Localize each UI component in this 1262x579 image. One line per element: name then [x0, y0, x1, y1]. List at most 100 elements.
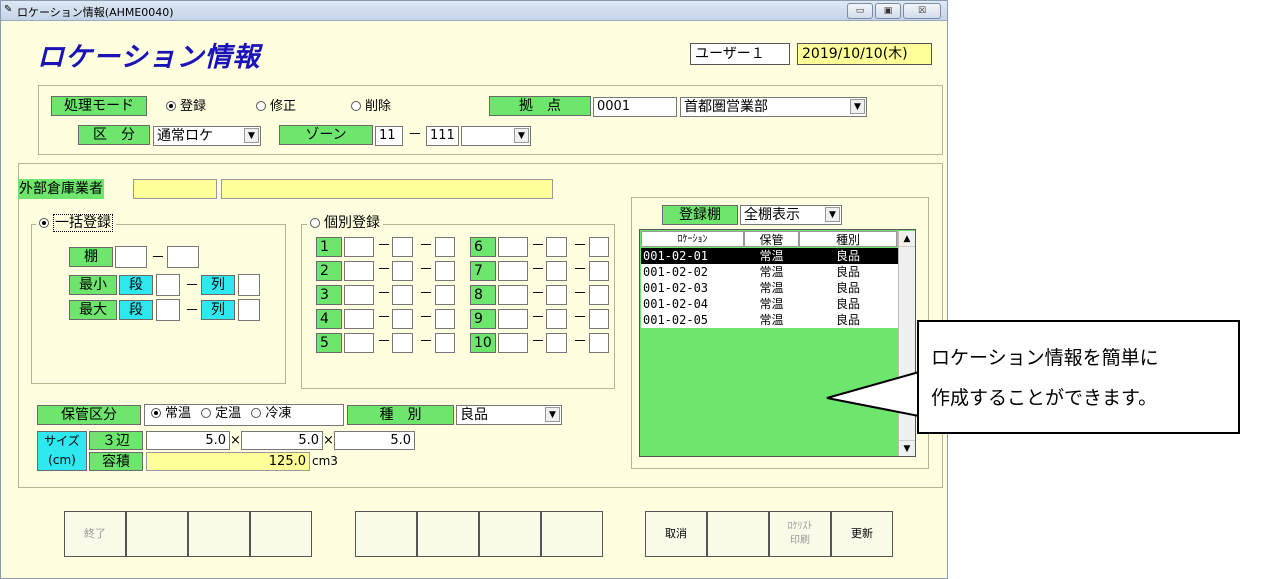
individual-radio[interactable]: 個別登録 — [307, 215, 383, 231]
individual-retsu-input[interactable] — [435, 261, 455, 281]
individual-shelf-input[interactable] — [498, 285, 528, 305]
table-row[interactable]: 001-02-05 常温 良品 — [641, 312, 898, 328]
storage-radio-frozen[interactable]: 冷凍 — [251, 405, 291, 423]
min-dan-input[interactable] — [156, 274, 180, 296]
individual-dan-input[interactable] — [546, 285, 567, 305]
individual-shelf-input[interactable] — [344, 285, 374, 305]
kubun-label: 区 分 — [78, 125, 150, 145]
col-storage[interactable]: 保管 — [744, 231, 799, 247]
shelf-to-input[interactable] — [167, 246, 199, 268]
row-number: 5 — [316, 333, 342, 353]
storage-radio-constant[interactable]: 定温 — [201, 405, 241, 423]
radio-selected-icon — [166, 101, 176, 111]
close-button[interactable]: ☒ — [903, 3, 941, 19]
table-cell: 001-02-04 — [643, 297, 709, 311]
ext-warehouse-name[interactable] — [221, 179, 553, 199]
fkey-button-2[interactable] — [126, 511, 188, 557]
min-label: 最小 — [69, 275, 117, 295]
fkey-button-5[interactable] — [355, 511, 417, 557]
mode-radio-delete[interactable]: 削除 — [351, 98, 391, 116]
individual-shelf-input[interactable] — [344, 333, 374, 353]
individual-retsu-input[interactable] — [435, 309, 455, 329]
individual-retsu-input[interactable] — [435, 285, 455, 305]
individual-shelf-input[interactable] — [498, 261, 528, 281]
update-button[interactable]: 更新 — [831, 511, 893, 557]
max-dan-input[interactable] — [156, 299, 180, 321]
ext-warehouse-code[interactable] — [133, 179, 217, 199]
fkey-button-3[interactable] — [188, 511, 250, 557]
depth-input[interactable]: 5.0 — [241, 431, 323, 450]
individual-shelf-input[interactable] — [498, 309, 528, 329]
individual-shelf-input[interactable] — [344, 261, 374, 281]
base-name-select[interactable]: 首都圏営業部 ▼ — [680, 97, 867, 117]
end-button[interactable]: 終了 — [64, 511, 126, 557]
col-location[interactable]: ﾛｹｰｼｮﾝ — [641, 231, 744, 247]
individual-shelf-input[interactable] — [344, 309, 374, 329]
type-select[interactable]: 良品 ▼ — [456, 405, 562, 425]
individual-shelf-input[interactable] — [344, 237, 374, 257]
individual-retsu-input[interactable] — [589, 333, 609, 353]
callout-line-2: 作成することができます。 — [931, 387, 1158, 409]
table-row[interactable]: 001-02-02 常温 良品 — [641, 264, 898, 280]
list-scrollbar[interactable]: ▲ ▼ — [898, 231, 915, 456]
kubun-select[interactable]: 通常ロケ ▼ — [153, 126, 261, 146]
max-retsu-input[interactable] — [238, 299, 260, 321]
base-code-input[interactable]: 0001 — [593, 97, 677, 117]
fkey-button-4[interactable] — [250, 511, 312, 557]
volume-unit: cm3 — [312, 454, 338, 468]
storage-options: 常温 定温 冷凍 — [144, 404, 344, 426]
individual-dan-input[interactable] — [546, 261, 567, 281]
max-retsu-label: 列 — [201, 300, 235, 320]
individual-dan-input[interactable] — [546, 237, 567, 257]
individual-retsu-input[interactable] — [589, 309, 609, 329]
fkey-button-10[interactable] — [707, 511, 769, 557]
table-cell: 常温 — [759, 281, 784, 295]
fkey-button-6[interactable] — [417, 511, 479, 557]
individual-dan-input[interactable] — [392, 261, 413, 281]
individual-retsu-input[interactable] — [435, 237, 455, 257]
mode-radio-edit[interactable]: 修正 — [256, 98, 296, 116]
table-row[interactable]: 001-02-04 常温 良品 — [641, 296, 898, 312]
fkey-button-8[interactable] — [541, 511, 603, 557]
individual-retsu-input[interactable] — [589, 261, 609, 281]
table-cell: 常温 — [759, 265, 784, 279]
row-number: 4 — [316, 309, 342, 329]
individual-retsu-input[interactable] — [589, 285, 609, 305]
bulk-radio[interactable]: 一括登録 — [36, 214, 116, 232]
individual-dan-input[interactable] — [392, 333, 413, 353]
chevron-down-icon: ▼ — [545, 407, 560, 422]
individual-retsu-input[interactable] — [435, 333, 455, 353]
min-retsu-input[interactable] — [238, 274, 260, 296]
chevron-down-icon: ▼ — [850, 99, 865, 114]
zone-to-input[interactable]: 111 — [426, 126, 459, 146]
radio-icon — [201, 408, 212, 418]
individual-retsu-input[interactable] — [589, 237, 609, 257]
scroll-up-icon[interactable]: ▲ — [899, 231, 915, 247]
height-input[interactable]: 5.0 — [334, 431, 415, 450]
individual-dan-input[interactable] — [546, 309, 567, 329]
scroll-down-icon[interactable]: ▼ — [899, 440, 915, 456]
individual-dan-input[interactable] — [392, 285, 413, 305]
shelf-list[interactable]: ﾛｹｰｼｮﾝ 保管 種別 001-02-01 常温 良品 001-02-02 常温 良品 0… — [639, 229, 916, 457]
zone-from-input[interactable]: 11 — [375, 126, 403, 146]
mode-radio-register[interactable]: 登録 — [166, 98, 206, 116]
maximize-button[interactable]: ▣ — [875, 3, 901, 19]
cancel-button[interactable]: 取消 — [645, 511, 707, 557]
shelf-from-input[interactable] — [115, 246, 147, 268]
individual-shelf-input[interactable] — [498, 333, 528, 353]
print-list-button[interactable]: ﾛｹﾘｽﾄ 印刷 — [769, 511, 831, 557]
individual-dan-input[interactable] — [546, 333, 567, 353]
individual-dan-input[interactable] — [392, 309, 413, 329]
table-row[interactable]: 001-02-03 常温 良品 — [641, 280, 898, 296]
fkey-button-7[interactable] — [479, 511, 541, 557]
storage-radio-normal[interactable]: 常温 — [151, 405, 191, 423]
width-input[interactable]: 5.0 — [146, 431, 230, 450]
shelf-filter-select[interactable]: 全棚表示 ▼ — [740, 205, 842, 225]
minimize-button[interactable]: ▭ — [847, 3, 873, 19]
table-row[interactable]: 001-02-01 常温 良品 — [641, 248, 898, 264]
col-type[interactable]: 種別 — [799, 231, 897, 247]
table-cell: 001-02-03 — [643, 281, 709, 295]
individual-dan-input[interactable] — [392, 237, 413, 257]
individual-shelf-input[interactable] — [498, 237, 528, 257]
zone-select[interactable]: ▼ — [461, 126, 531, 146]
